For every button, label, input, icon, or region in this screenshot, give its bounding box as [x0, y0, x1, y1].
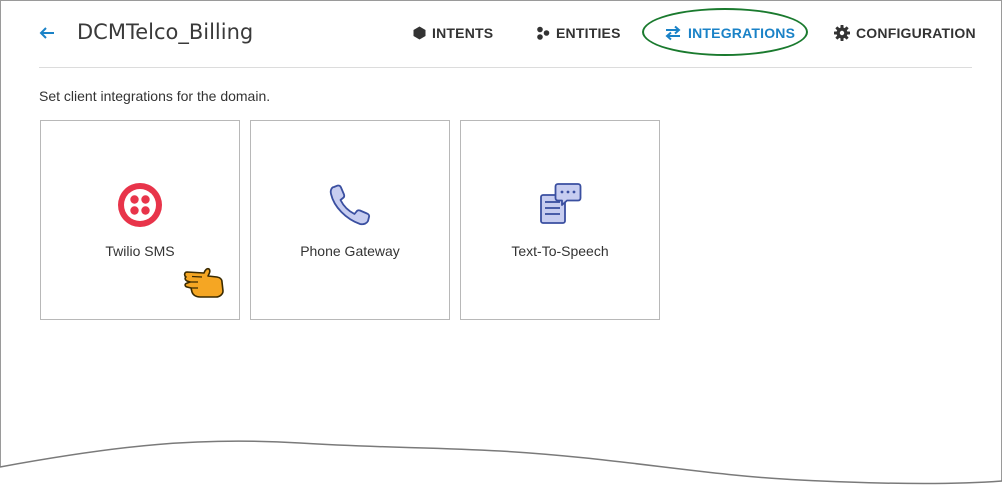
phone-icon	[326, 181, 374, 234]
tab-intents[interactable]: INTENTS	[413, 22, 493, 44]
card-label: Text-To-Speech	[511, 243, 609, 259]
integration-card-text-to-speech[interactable]: Text-To-Speech	[460, 120, 660, 320]
integration-card-phone-gateway[interactable]: Phone Gateway	[250, 120, 450, 320]
tab-integrations[interactable]: INTEGRATIONS	[664, 22, 795, 44]
card-label: Phone Gateway	[300, 243, 400, 259]
entities-icon	[537, 26, 550, 40]
page-title: DCMTelco_Billing	[77, 20, 254, 44]
back-arrow-icon[interactable]	[39, 25, 55, 41]
twilio-icon	[116, 181, 164, 234]
card-label: Twilio SMS	[105, 243, 175, 259]
torn-edge	[0, 440, 1002, 491]
tab-integrations-label: INTEGRATIONS	[688, 25, 796, 41]
tab-configuration[interactable]: CONFIGURATION	[834, 22, 976, 44]
speech-document-icon	[536, 181, 584, 234]
tab-intents-label: INTENTS	[432, 25, 494, 41]
tab-entities-label: ENTITIES	[556, 25, 621, 41]
tab-entities[interactable]: ENTITIES	[536, 22, 621, 44]
hexagon-icon	[413, 26, 426, 40]
header-bar: DCMTelco_Billing INTENTS ENTITIES INTEGR…	[39, 0, 976, 68]
hand-pointer-icon	[182, 262, 228, 305]
gear-icon	[834, 25, 850, 41]
page-subtitle: Set client integrations for the domain.	[39, 88, 271, 104]
tab-configuration-label: CONFIGURATION	[856, 25, 976, 41]
swap-arrows-icon	[665, 25, 681, 41]
